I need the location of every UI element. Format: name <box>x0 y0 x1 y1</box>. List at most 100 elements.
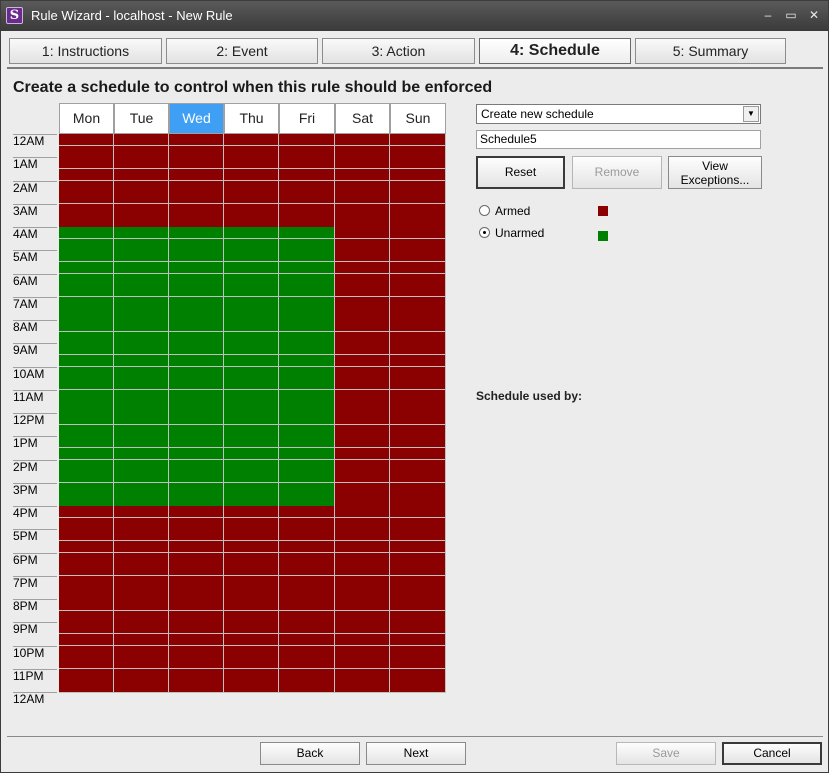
schedule-cell[interactable] <box>224 215 279 228</box>
schedule-cell[interactable] <box>169 633 224 646</box>
schedule-cell[interactable] <box>114 180 169 193</box>
schedule-cell[interactable] <box>169 575 224 588</box>
schedule-cell[interactable] <box>390 424 446 437</box>
schedule-cell[interactable] <box>59 343 114 356</box>
schedule-cell[interactable] <box>59 308 114 321</box>
schedule-cell[interactable] <box>169 180 224 193</box>
day-header-sun[interactable]: Sun <box>390 103 446 134</box>
schedule-cell[interactable] <box>169 389 224 402</box>
schedule-cell[interactable] <box>224 517 279 530</box>
schedule-cell[interactable] <box>224 471 279 484</box>
schedule-cell[interactable] <box>390 366 446 379</box>
schedule-cell[interactable] <box>59 564 114 577</box>
schedule-cell[interactable] <box>279 424 335 437</box>
schedule-cell[interactable] <box>59 366 114 379</box>
schedule-cell[interactable] <box>59 587 114 600</box>
schedule-cell[interactable] <box>59 610 114 623</box>
schedule-cell[interactable] <box>224 296 279 309</box>
schedule-cell[interactable] <box>169 668 224 681</box>
schedule-cell[interactable] <box>335 168 390 181</box>
schedule-cell[interactable] <box>169 168 224 181</box>
schedule-name-input[interactable]: Schedule5 <box>476 130 761 149</box>
schedule-cell[interactable] <box>224 459 279 472</box>
schedule-cell[interactable] <box>169 203 224 216</box>
schedule-cell[interactable] <box>59 227 114 240</box>
schedule-cell[interactable] <box>390 482 446 495</box>
schedule-cell[interactable] <box>59 680 114 693</box>
schedule-cell[interactable] <box>114 622 169 635</box>
schedule-cell[interactable] <box>169 540 224 553</box>
schedule-cell[interactable] <box>169 227 224 240</box>
schedule-cell[interactable] <box>169 657 224 670</box>
schedule-cell[interactable] <box>169 145 224 158</box>
schedule-cell[interactable] <box>224 134 279 147</box>
schedule-cell[interactable] <box>390 575 446 588</box>
remove-button[interactable]: Remove <box>572 156 662 189</box>
schedule-cell[interactable] <box>224 331 279 344</box>
schedule-cell[interactable] <box>279 192 335 205</box>
schedule-cell[interactable] <box>59 447 114 460</box>
schedule-cell[interactable] <box>279 517 335 530</box>
schedule-cell[interactable] <box>335 192 390 205</box>
schedule-cell[interactable] <box>59 320 114 333</box>
schedule-cell[interactable] <box>390 227 446 240</box>
schedule-cell[interactable] <box>169 471 224 484</box>
minimize-icon[interactable]: ‒ <box>760 8 776 24</box>
schedule-cell[interactable] <box>279 320 335 333</box>
armed-radio[interactable] <box>479 205 490 216</box>
schedule-cell[interactable] <box>169 273 224 286</box>
save-button[interactable]: Save <box>616 742 716 765</box>
schedule-cell[interactable] <box>114 471 169 484</box>
schedule-cell[interactable] <box>224 203 279 216</box>
schedule-cell[interactable] <box>59 250 114 263</box>
tab-summary[interactable]: 5: Summary <box>635 38 786 64</box>
schedule-cell[interactable] <box>335 517 390 530</box>
schedule-cell[interactable] <box>169 354 224 367</box>
schedule-cell[interactable] <box>279 529 335 542</box>
schedule-cell[interactable] <box>335 366 390 379</box>
schedule-cell[interactable] <box>169 192 224 205</box>
schedule-cell[interactable] <box>335 575 390 588</box>
schedule-cell[interactable] <box>224 320 279 333</box>
schedule-cell[interactable] <box>390 599 446 612</box>
schedule-cell[interactable] <box>390 273 446 286</box>
schedule-cell[interactable] <box>59 494 114 507</box>
schedule-cell[interactable] <box>169 308 224 321</box>
schedule-cell[interactable] <box>390 378 446 391</box>
schedule-cell[interactable] <box>335 506 390 519</box>
schedule-cell[interactable] <box>390 657 446 670</box>
schedule-cell[interactable] <box>59 354 114 367</box>
schedule-cell[interactable] <box>335 250 390 263</box>
schedule-cell[interactable] <box>224 436 279 449</box>
schedule-cell[interactable] <box>224 308 279 321</box>
chevron-down-icon[interactable]: ▼ <box>743 106 759 122</box>
schedule-cell[interactable] <box>279 366 335 379</box>
schedule-cell[interactable] <box>390 308 446 321</box>
schedule-cell[interactable] <box>279 261 335 274</box>
schedule-cell[interactable] <box>224 633 279 646</box>
schedule-cell[interactable] <box>224 447 279 460</box>
schedule-cell[interactable] <box>335 471 390 484</box>
schedule-cell[interactable] <box>114 657 169 670</box>
schedule-cell[interactable] <box>279 599 335 612</box>
schedule-cell[interactable] <box>169 494 224 507</box>
schedule-cell[interactable] <box>224 157 279 170</box>
schedule-cell[interactable] <box>390 680 446 693</box>
schedule-cell[interactable] <box>390 331 446 344</box>
schedule-cell[interactable] <box>59 633 114 646</box>
schedule-cell[interactable] <box>279 668 335 681</box>
schedule-cell[interactable] <box>224 401 279 414</box>
schedule-cell[interactable] <box>114 389 169 402</box>
schedule-cell[interactable] <box>114 413 169 426</box>
schedule-cell[interactable] <box>279 482 335 495</box>
schedule-cell[interactable] <box>114 273 169 286</box>
schedule-cell[interactable] <box>390 459 446 472</box>
schedule-cell[interactable] <box>114 447 169 460</box>
schedule-cell[interactable] <box>224 482 279 495</box>
schedule-cell[interactable] <box>114 343 169 356</box>
schedule-cell[interactable] <box>59 471 114 484</box>
maximize-icon[interactable]: ▭ <box>783 8 799 24</box>
schedule-cell[interactable] <box>59 378 114 391</box>
day-header-fri[interactable]: Fri <box>279 103 335 134</box>
schedule-cell[interactable] <box>279 552 335 565</box>
